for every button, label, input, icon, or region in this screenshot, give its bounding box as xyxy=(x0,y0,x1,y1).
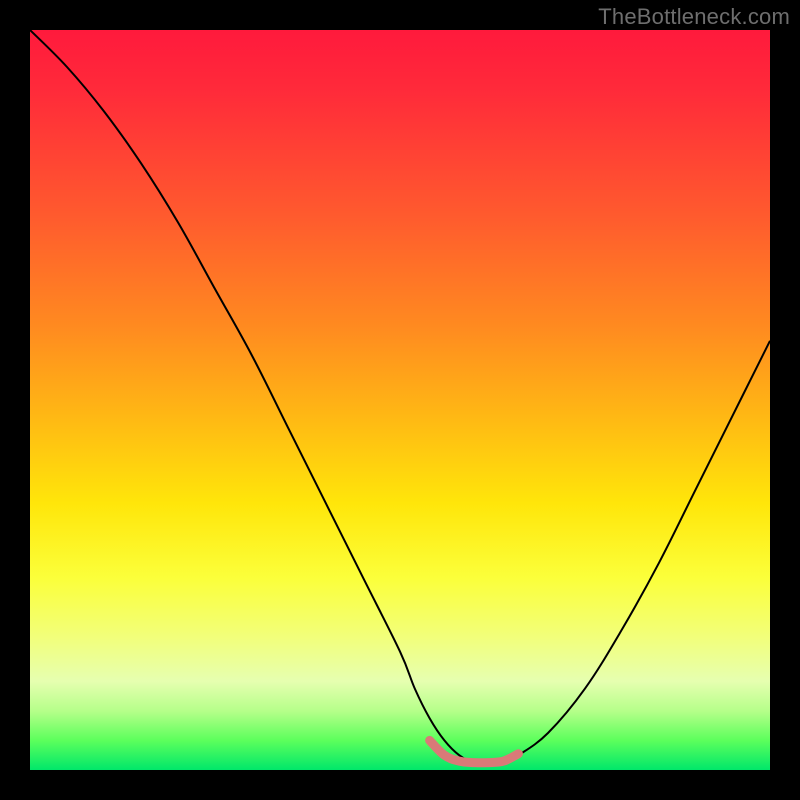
trough-marker xyxy=(430,740,519,762)
plot-area xyxy=(30,30,770,770)
chart-frame: TheBottleneck.com xyxy=(0,0,800,800)
curve-layer xyxy=(30,30,770,770)
watermark-label: TheBottleneck.com xyxy=(598,4,790,30)
bottleneck-curve xyxy=(30,30,770,763)
